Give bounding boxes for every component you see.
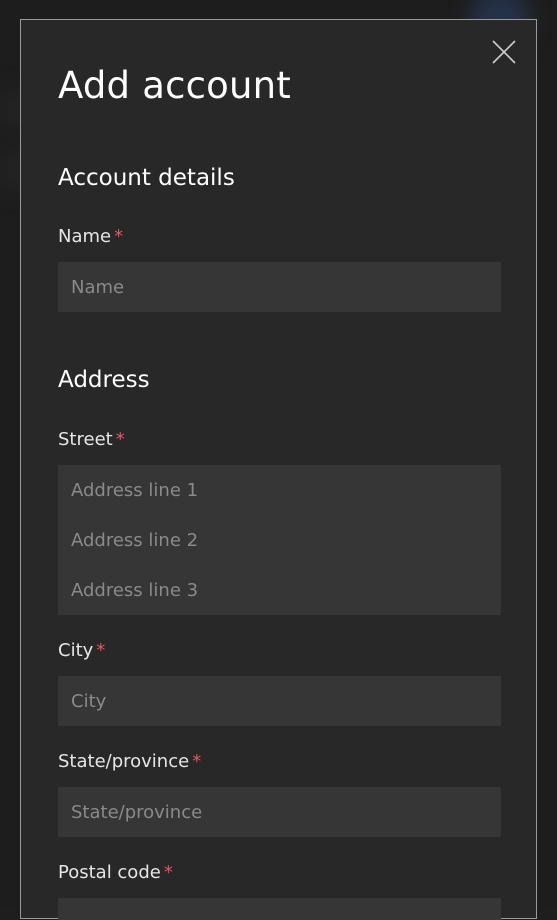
- city-input[interactable]: [58, 676, 501, 726]
- postal-code-label: Postal code *: [58, 862, 173, 883]
- city-label: City *: [58, 640, 105, 661]
- state-required-marker: *: [192, 751, 202, 772]
- address-heading: Address: [58, 367, 150, 393]
- city-required-marker: *: [96, 640, 106, 661]
- name-label-text: Name: [58, 226, 112, 247]
- street-required-marker: *: [115, 429, 125, 450]
- account-details-heading: Account details: [58, 165, 235, 191]
- street-label-text: Street: [58, 429, 113, 450]
- street-label: Street *: [58, 429, 125, 450]
- state-input[interactable]: [58, 787, 501, 837]
- close-button[interactable]: [490, 38, 518, 66]
- city-label-text: City: [58, 640, 94, 661]
- state-label-text: State/province: [58, 751, 190, 772]
- address-line-3-input[interactable]: [58, 565, 501, 615]
- add-account-dialog: Add account Account details Name* Addres…: [20, 19, 537, 920]
- name-input[interactable]: [58, 262, 501, 312]
- postal-code-input[interactable]: [58, 898, 501, 920]
- name-required-marker: *: [114, 226, 124, 247]
- state-label: State/province *: [58, 751, 201, 772]
- street-address-box: [58, 465, 501, 615]
- address-line-1-input[interactable]: [58, 465, 501, 515]
- postal-code-label-text: Postal code: [58, 862, 161, 883]
- postal-code-required-marker: *: [163, 862, 173, 883]
- dialog-title: Add account: [58, 64, 291, 107]
- close-icon: [492, 40, 516, 64]
- name-label: Name *: [58, 226, 123, 247]
- address-line-2-input[interactable]: [58, 515, 501, 565]
